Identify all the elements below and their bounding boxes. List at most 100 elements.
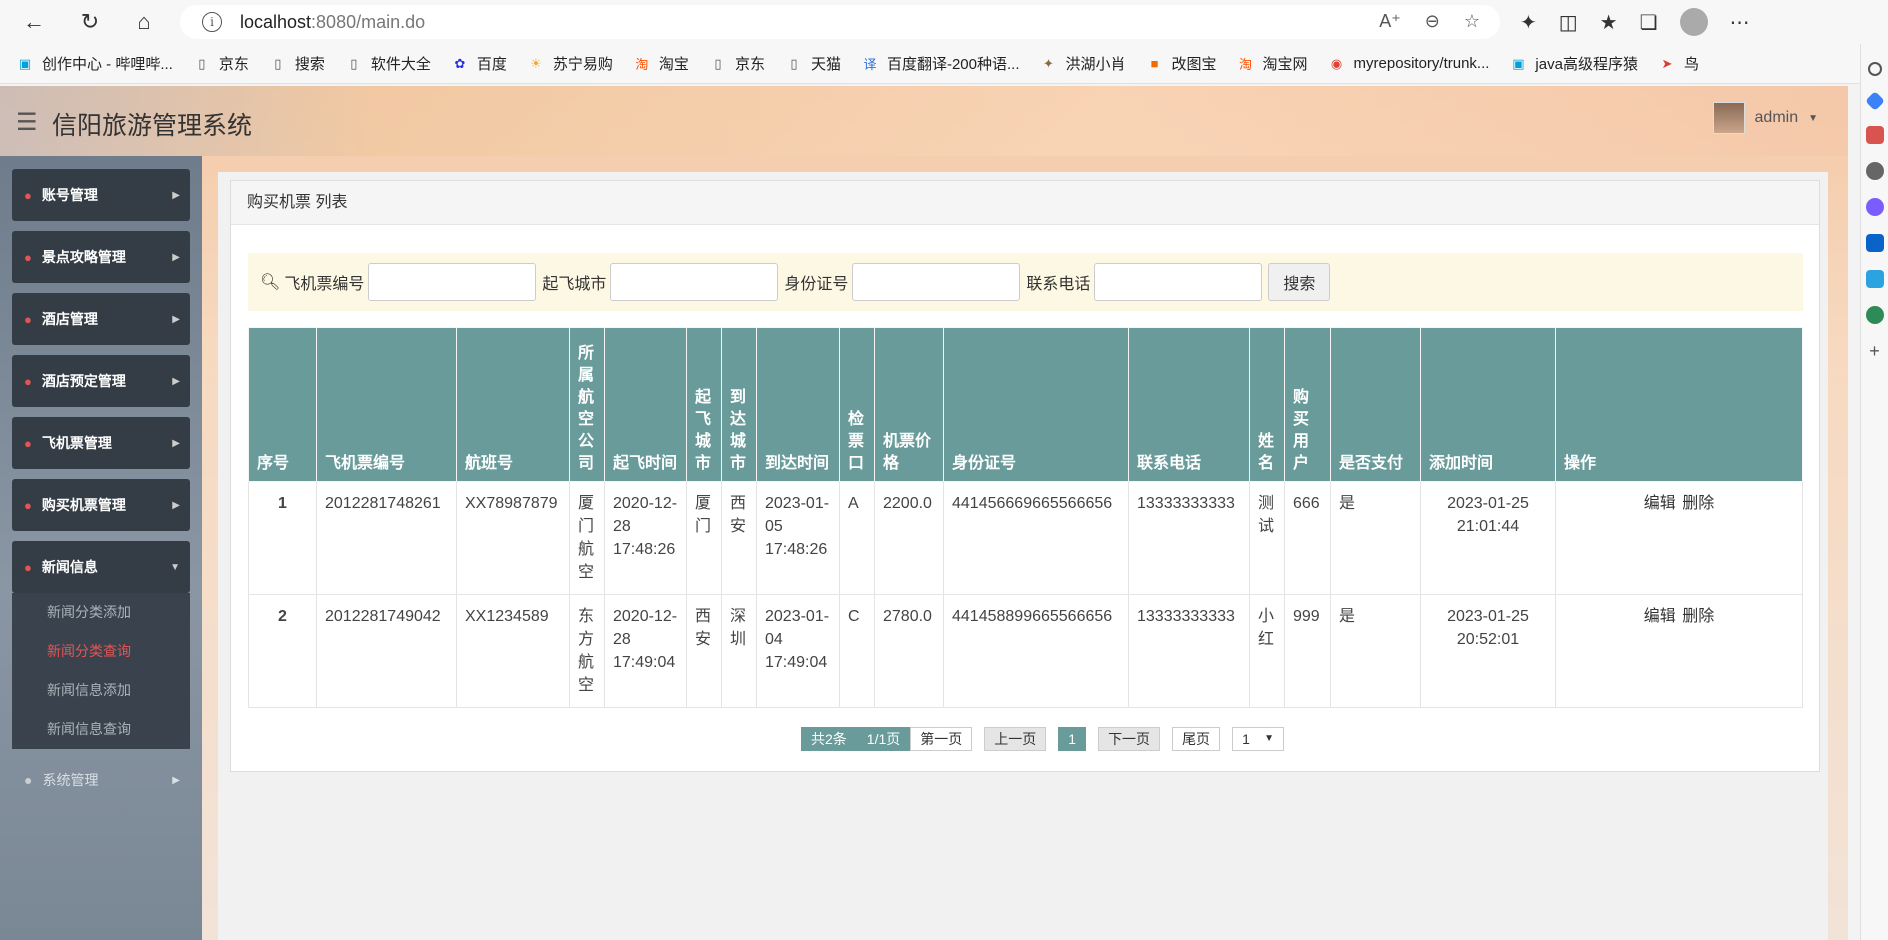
ticket-no-input[interactable] xyxy=(368,263,537,301)
edit-link[interactable]: 编辑 xyxy=(1644,608,1676,625)
col-paid: 是否支付 xyxy=(1330,327,1421,482)
bookmarks-bar: ▣ 创作中心 - 哔哩哔... ▯ 京东 ▯ 搜索 ▯ 软件大全 ✿ 百度 ☀ 苏宁易购淘淘宝 ▯ 京东 ▯… xyxy=(0,44,1860,84)
bookmark-label: 京东 xyxy=(218,56,249,73)
bookmark-item[interactable]: ▣ 创作中心 - 哔哩哔... xyxy=(16,53,173,74)
sidebar-item-label: 购买机票管理 xyxy=(41,497,126,513)
user-icon: ● xyxy=(24,435,32,451)
sidebar-item-system[interactable]: ● 系统管理 ▶ xyxy=(12,754,190,806)
sub-item-news-category-add[interactable]: 新闻分类添加 xyxy=(12,593,190,632)
bookmark-item[interactable]: ✦ 洪湖小肖 xyxy=(1040,53,1125,74)
cell-buyer: 999 xyxy=(1284,594,1331,708)
search-icon[interactable] xyxy=(1867,62,1882,76)
cell-flight-no: XX1234589 xyxy=(456,594,570,708)
bookmark-item[interactable]: ▯ 天猫 xyxy=(785,53,841,74)
cell-phone: 13333333333 xyxy=(1128,481,1250,595)
bookmark-label: 苏宁易购 xyxy=(552,56,613,73)
delete-link[interactable]: 删除 xyxy=(1682,495,1714,512)
sidebar-item-accounts[interactable]: ● 账号管理 ▶ xyxy=(12,169,190,221)
sub-item-news-category-query[interactable]: 新闻分类查询 xyxy=(12,632,190,671)
bookmark-item[interactable]: ▯ 京东 xyxy=(193,53,249,74)
outlook-icon[interactable] xyxy=(1865,234,1884,252)
bookmark-item[interactable]: ■ 改图宝 xyxy=(1146,53,1217,74)
last-page-button[interactable]: 尾页 xyxy=(1172,727,1221,751)
extensions-icon[interactable]: ✦ xyxy=(1520,10,1537,35)
bookmark-item[interactable]: 淘淘宝 xyxy=(633,53,689,74)
delete-link[interactable]: 删除 xyxy=(1682,608,1714,625)
bookmark-item[interactable]: ☀ 苏宁易购 xyxy=(527,53,613,74)
cell-depart-time: 2020-12-28 17:49:04 xyxy=(604,594,687,708)
current-page[interactable]: 1 xyxy=(1058,727,1087,751)
back-icon[interactable]: ← xyxy=(12,0,56,44)
browser-toolbar: ← ↻ ⌂ i localhost:8080/main.do A⁺ ⊖ ☆ ✦ … xyxy=(0,0,1888,44)
col-to-city: 到达城市 xyxy=(721,327,757,482)
collections-icon[interactable]: ❏ xyxy=(1640,10,1658,35)
bookmark-item[interactable]: ▯ 搜索 xyxy=(269,53,325,74)
bookmark-item[interactable]: ▣ java高级程序猿 xyxy=(1509,53,1638,74)
col-seq: 序号 xyxy=(248,327,317,482)
sidebar-item-hotel-booking[interactable]: ● 酒店预定管理 ▶ xyxy=(12,355,190,407)
diamond-icon[interactable] xyxy=(1864,91,1885,111)
user-menu[interactable]: admin ▼ xyxy=(1712,102,1818,134)
bookmark-item[interactable]: ➤ 鸟 xyxy=(1658,53,1699,74)
cell-from-city: 厦门 xyxy=(686,481,722,595)
bookmark-label: 改图宝 xyxy=(1171,56,1217,73)
sidebar-item-attractions[interactable]: ● 景点攻略管理 ▶ xyxy=(12,231,190,283)
cell-ops: 编辑 删除 xyxy=(1555,481,1803,595)
search-button[interactable]: 搜索 xyxy=(1268,263,1331,301)
profile-icon[interactable] xyxy=(1679,8,1708,36)
site-info-icon[interactable]: i xyxy=(202,12,222,32)
page-select[interactable]: 1 ▼ xyxy=(1232,727,1285,751)
prev-page-button[interactable]: 上一页 xyxy=(984,727,1047,751)
url-path: :8080/main.do xyxy=(311,11,426,32)
tree-icon[interactable] xyxy=(1865,306,1884,324)
refresh-icon[interactable]: ↻ xyxy=(68,0,112,44)
list-panel: 购买机票 列表 🔍︎ 飞机票编号 起飞城市 身份证号 联系电话 搜索 序号 飞机… xyxy=(230,180,1820,772)
id-no-input[interactable] xyxy=(852,263,1021,301)
next-page-button[interactable]: 下一页 xyxy=(1098,727,1161,751)
bookmark-item[interactable]: ▯ 软件大全 xyxy=(345,53,431,74)
toolbox-icon[interactable] xyxy=(1865,126,1884,144)
bookmark-item[interactable]: ▯ 京东 xyxy=(709,53,765,74)
sidebar-item-hotels[interactable]: ● 酒店管理 ▶ xyxy=(12,293,190,345)
add-icon[interactable]: + xyxy=(1866,342,1884,360)
bookmark-item[interactable]: ✿ 百度 xyxy=(451,53,506,74)
person-icon[interactable] xyxy=(1865,162,1884,180)
sidebar-item-label: 景点攻略管理 xyxy=(41,249,126,265)
bookmark-item[interactable]: ◉ myrepository/trunk... xyxy=(1328,55,1490,73)
read-aloud-icon[interactable]: A⁺ xyxy=(1379,11,1401,32)
phone-input[interactable] xyxy=(1094,263,1263,301)
address-bar[interactable]: i localhost:8080/main.do A⁺ ⊖ ☆ xyxy=(180,5,1500,39)
cell-buyer: 666 xyxy=(1284,481,1331,595)
from-city-input[interactable] xyxy=(610,263,779,301)
tv-icon: ▣ xyxy=(18,55,32,71)
home-icon[interactable]: ⌂ xyxy=(122,0,166,44)
menu-toggle-icon[interactable]: ☰ xyxy=(16,108,38,137)
search-icon: 🔍︎ xyxy=(260,274,281,291)
col-flight-no: 航班号 xyxy=(456,327,570,482)
sub-item-news-query[interactable]: 新闻信息查询 xyxy=(12,710,190,749)
favorite-add-icon[interactable]: ☆ xyxy=(1464,11,1480,32)
bookmark-item[interactable]: 淘淘宝网 xyxy=(1237,53,1308,74)
bookmark-item[interactable]: 译百度翻译-200种语... xyxy=(861,53,1019,74)
cell-added: 2023-01-25 21:01:44 xyxy=(1420,481,1556,595)
zoom-icon[interactable]: ⊖ xyxy=(1425,11,1440,32)
table-row: 2 2012281749042 XX1234589 东方航空 2020-12-2… xyxy=(248,594,1803,708)
split-screen-icon[interactable]: ◫ xyxy=(1559,10,1578,35)
id-no-label: 身份证号 xyxy=(784,276,849,293)
sidebar-item-flights[interactable]: ● 飞机票管理 ▶ xyxy=(12,417,190,469)
sidebar-item-news[interactable]: ● 新闻信息 ▼ xyxy=(12,541,190,593)
col-airline: 所属航空公司 xyxy=(569,327,605,482)
col-name: 姓名 xyxy=(1249,327,1285,482)
cell-id-no: 441456669665566656 xyxy=(943,481,1129,595)
sub-item-news-add[interactable]: 新闻信息添加 xyxy=(12,671,190,710)
send-icon[interactable] xyxy=(1865,270,1884,288)
more-menu-icon[interactable]: ⋯ xyxy=(1730,10,1750,35)
user-icon: ● xyxy=(24,249,32,265)
search-bar: 🔍︎ 飞机票编号 起飞城市 身份证号 联系电话 搜索 xyxy=(248,253,1803,311)
chrome-icon: ◉ xyxy=(1330,55,1343,71)
edit-link[interactable]: 编辑 xyxy=(1644,495,1676,512)
sidebar-item-ticket-purchase[interactable]: ● 购买机票管理 ▶ xyxy=(12,479,190,531)
copilot-icon[interactable] xyxy=(1865,198,1884,216)
favorites-icon[interactable]: ★ xyxy=(1600,10,1618,35)
first-page-button[interactable]: 第一页 xyxy=(910,727,973,751)
